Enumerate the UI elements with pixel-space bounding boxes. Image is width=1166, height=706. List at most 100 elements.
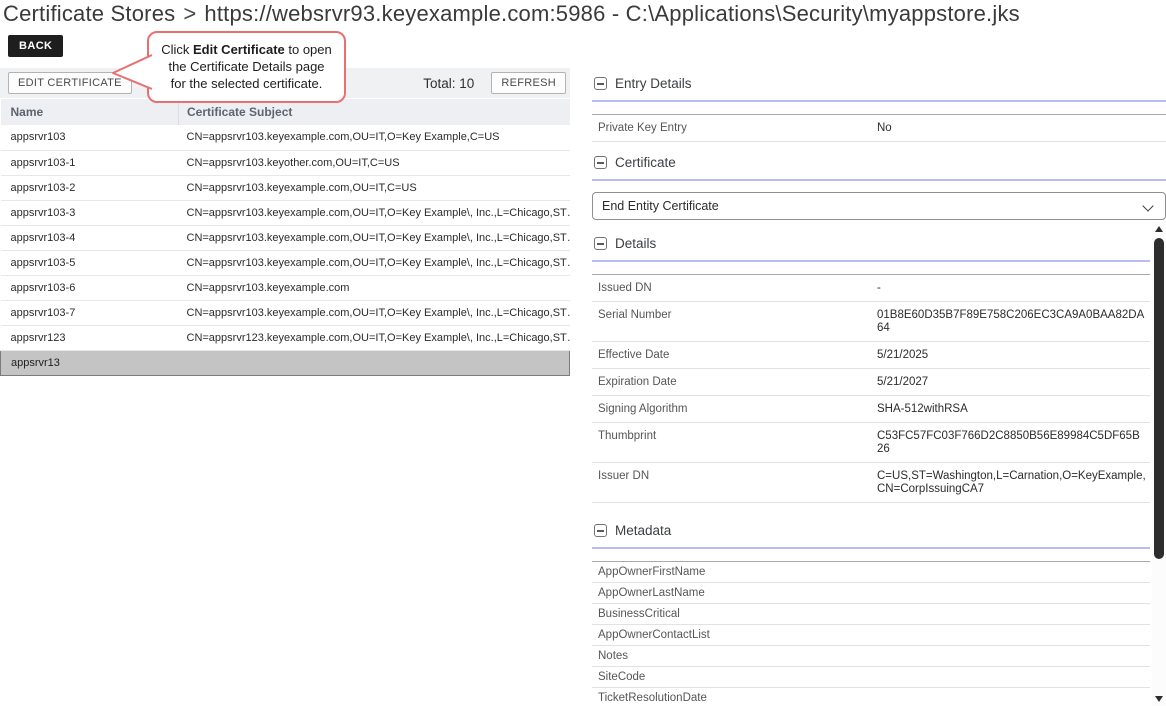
- cert-name: appsrvr103: [1, 125, 179, 150]
- table-row[interactable]: appsrvr103-5 CN=appsrvr103.keyexample.co…: [1, 250, 570, 275]
- detail-value: -: [877, 279, 1150, 297]
- details-header[interactable]: Details: [592, 228, 1150, 262]
- detail-row: Effective Date 5/21/2025: [592, 342, 1150, 369]
- detail-value: 01B8E60D35B7F89E758C206EC3CA9A0BAA82DA64: [877, 306, 1150, 337]
- cert-name: appsrvr103-7: [1, 300, 179, 325]
- selected-option-label: End Entity Certificate: [602, 199, 719, 213]
- entry-details-table: Private Key Entry No: [592, 114, 1166, 142]
- details-section: Details Issued DN - Serial Number 01B8E6…: [592, 228, 1150, 503]
- certificate-type-select[interactable]: End Entity Certificate: [592, 192, 1166, 220]
- scrollbar-thumb[interactable]: [1154, 238, 1164, 559]
- chevron-down-icon: [1142, 200, 1153, 211]
- vertical-scrollbar[interactable]: [1152, 222, 1166, 706]
- details-table: Issued DN - Serial Number 01B8E60D35B7F8…: [592, 274, 1150, 503]
- cert-name: appsrvr103-2: [1, 175, 179, 200]
- table-row[interactable]: appsrvr103-1 CN=appsrvr103.keyother.com,…: [1, 150, 570, 175]
- detail-label: Private Key Entry: [592, 119, 877, 137]
- table-row[interactable]: appsrvr103-6 CN=appsrvr103.keyexample.co…: [1, 275, 570, 300]
- detail-label: Serial Number: [592, 306, 877, 337]
- detail-row: Thumbprint C53FC57FC03F766D2C8850B56E899…: [592, 423, 1150, 463]
- detail-value: SHA-512withRSA: [877, 400, 1150, 418]
- metadata-row: SiteCode: [592, 667, 1150, 688]
- entry-details-header[interactable]: Entry Details: [592, 68, 1166, 102]
- cert-subject: CN=appsrvr103.keyexample.com,OU=IT,O=Key…: [179, 200, 570, 225]
- detail-label: Expiration Date: [592, 373, 877, 391]
- metadata-row: Notes: [592, 646, 1150, 667]
- scroll-up-icon[interactable]: [1155, 226, 1163, 232]
- detail-row: Issued DN -: [592, 275, 1150, 302]
- section-title: Metadata: [615, 523, 671, 538]
- detail-value: C=US,ST=Washington,L=Carnation,O=KeyExam…: [877, 467, 1150, 498]
- section-title: Details: [615, 236, 656, 251]
- scroll-down-icon[interactable]: [1155, 696, 1163, 702]
- certificate-store-page: Certificate Stores > https://websrvr93.key…: [0, 0, 1166, 706]
- certificate-section: Certificate End Entity Certificate: [592, 147, 1166, 220]
- breadcrumb-separator-icon: >: [183, 1, 196, 26]
- table-row[interactable]: appsrvr103-4 CN=appsrvr103.keyexample.co…: [1, 225, 570, 250]
- cert-subject: CN=appsrvr103.keyexample.com,OU=IT,C=US: [179, 175, 570, 200]
- cert-name: appsrvr123: [1, 325, 179, 350]
- breadcrumb-root[interactable]: Certificate Stores: [3, 1, 175, 26]
- tooltip-line-3: for the selected certificate.: [155, 75, 338, 92]
- collapse-icon[interactable]: [594, 237, 607, 250]
- tooltip-line-2: the Certificate Details page: [155, 58, 338, 75]
- collapse-icon[interactable]: [594, 524, 607, 537]
- tooltip-line-1: Click Edit Certificate to open: [155, 41, 338, 58]
- tooltip-tail-icon: [109, 52, 153, 94]
- page-title: Certificate Stores > https://websrvr93.key…: [3, 1, 1020, 27]
- certificate-header[interactable]: Certificate: [592, 147, 1166, 181]
- cert-subject: CN=appsrvr103.keyother.com,OU=IT,C=US: [179, 150, 570, 175]
- cert-subject: CN=appsrvr103.keyexample.com,OU=IT,O=Key…: [179, 250, 570, 275]
- detail-label: Issuer DN: [592, 467, 877, 498]
- metadata-row: TicketResolutionDate: [592, 688, 1150, 706]
- table-row[interactable]: appsrvr13: [1, 350, 570, 375]
- metadata-section: Metadata AppOwnerFirstNameAppOwnerLastNa…: [592, 515, 1150, 706]
- metadata-row: AppOwnerContactList: [592, 625, 1150, 646]
- table-row[interactable]: appsrvr103 CN=appsrvr103.keyexample.com,…: [1, 125, 570, 150]
- metadata-header[interactable]: Metadata: [592, 515, 1150, 549]
- section-title: Entry Details: [615, 76, 692, 91]
- entry-details-section: Entry Details Private Key Entry No: [592, 68, 1166, 142]
- breadcrumb-store-path: https://websrvr93.keyexample.com:5986 - …: [204, 1, 1019, 26]
- cert-name: appsrvr103-6: [1, 275, 179, 300]
- detail-row: Issuer DN C=US,ST=Washington,L=Carnation…: [592, 463, 1150, 503]
- detail-row: Private Key Entry No: [592, 115, 1166, 142]
- detail-label: Effective Date: [592, 346, 877, 364]
- cert-name: appsrvr103-3: [1, 200, 179, 225]
- certificate-list-panel: EDIT CERTIFICATE Total: 10 REFRESH Name …: [0, 68, 570, 376]
- cert-name: appsrvr103-5: [1, 250, 179, 275]
- certificate-table: Name Certificate Subject appsrvr103 CN=a…: [0, 99, 570, 376]
- collapse-icon[interactable]: [594, 77, 607, 90]
- section-title: Certificate: [615, 155, 676, 170]
- table-row[interactable]: appsrvr103-7 CN=appsrvr103.keyexample.co…: [1, 300, 570, 325]
- collapse-icon[interactable]: [594, 156, 607, 169]
- detail-row: Signing Algorithm SHA-512withRSA: [592, 396, 1150, 423]
- detail-value: 5/21/2027: [877, 373, 1150, 391]
- details-scroll-region: Details Issued DN - Serial Number 01B8E6…: [592, 228, 1166, 706]
- edit-certificate-tooltip: Click Edit Certificate to open the Certi…: [147, 31, 346, 103]
- cert-name: appsrvr103-4: [1, 225, 179, 250]
- metadata-row: BusinessCritical: [592, 604, 1150, 625]
- refresh-button[interactable]: REFRESH: [491, 72, 566, 94]
- metadata-table: AppOwnerFirstNameAppOwnerLastNameBusines…: [592, 561, 1150, 706]
- column-header-name[interactable]: Name: [1, 99, 179, 125]
- detail-value: No: [877, 119, 1166, 137]
- metadata-row: AppOwnerFirstName: [592, 562, 1150, 583]
- cert-subject: CN=appsrvr103.keyexample.com,OU=IT,O=Key…: [179, 225, 570, 250]
- cert-subject: CN=appsrvr103.keyexample.com,OU=IT,O=Key…: [179, 125, 570, 150]
- detail-row: Expiration Date 5/21/2027: [592, 369, 1150, 396]
- detail-value: C53FC57FC03F766D2C8850B56E89984C5DF65B26: [877, 427, 1150, 458]
- metadata-row: AppOwnerLastName: [592, 583, 1150, 604]
- back-button[interactable]: BACK: [8, 35, 63, 57]
- cert-name: appsrvr13: [1, 350, 570, 375]
- certificate-details-panel: Entry Details Private Key Entry No Certi…: [592, 68, 1166, 706]
- cert-subject: CN=appsrvr123.keyexample.com,OU=IT,O=Key…: [179, 325, 570, 350]
- total-count-label: Total: 10: [423, 76, 474, 91]
- cert-subject: CN=appsrvr103.keyexample.com: [179, 275, 570, 300]
- detail-value: 5/21/2025: [877, 346, 1150, 364]
- table-row[interactable]: appsrvr103-2 CN=appsrvr103.keyexample.co…: [1, 175, 570, 200]
- table-row[interactable]: appsrvr123 CN=appsrvr123.keyexample.com,…: [1, 325, 570, 350]
- detail-label: Issued DN: [592, 279, 877, 297]
- detail-row: Serial Number 01B8E60D35B7F89E758C206EC3…: [592, 302, 1150, 342]
- table-row[interactable]: appsrvr103-3 CN=appsrvr103.keyexample.co…: [1, 200, 570, 225]
